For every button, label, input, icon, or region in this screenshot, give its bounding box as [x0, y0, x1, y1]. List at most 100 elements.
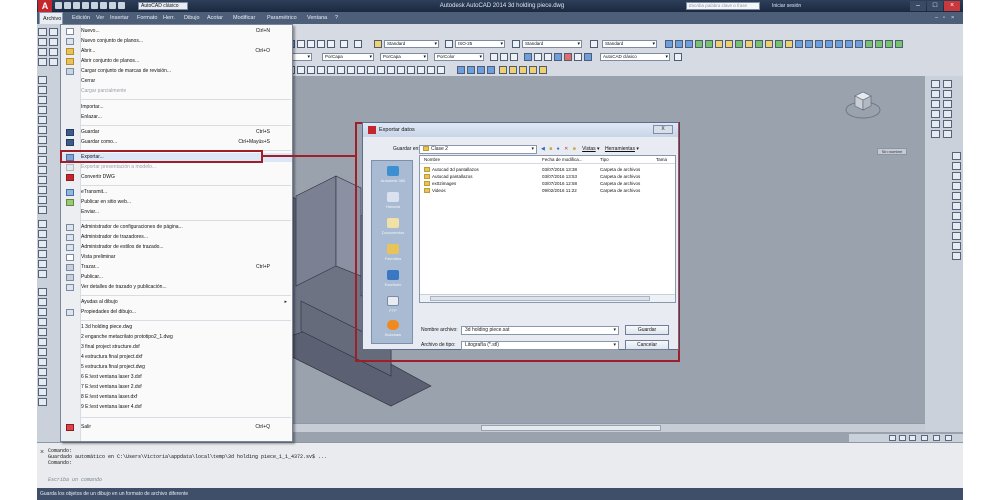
recent-file-item[interactable]: 1 3d holding piece.dwg — [61, 323, 292, 332]
tool-icon[interactable] — [931, 80, 940, 88]
render-icon-17[interactable] — [427, 66, 435, 74]
tool-icon[interactable] — [38, 28, 47, 36]
render-icon-24[interactable] — [509, 66, 517, 74]
place-favoritos[interactable]: Favoritos — [374, 241, 412, 269]
place-escritorio[interactable]: Escritorio — [374, 267, 412, 295]
sheetset-icon[interactable] — [317, 40, 325, 48]
render-icon-13[interactable] — [387, 66, 395, 74]
place-autodesk360[interactable]: Autodesk 360 — [374, 163, 412, 191]
xline-tool-icon[interactable] — [38, 86, 47, 94]
tool-icon[interactable] — [931, 100, 940, 108]
recent-file-item[interactable]: 5 estructura final project.dwg — [61, 363, 292, 372]
revcloud-tool-icon[interactable] — [38, 146, 47, 154]
menu-item-detalles-trazado[interactable]: Ver detalles de trazado y publicación... — [61, 283, 292, 292]
render-icon-22[interactable] — [487, 66, 495, 74]
menu-dibujo[interactable]: Dibujo — [184, 12, 200, 24]
scrollbar-thumb[interactable] — [481, 425, 661, 431]
view-icon-1[interactable] — [665, 40, 673, 48]
view-icon-11[interactable] — [765, 40, 773, 48]
autocad-logo-icon[interactable]: A — [38, 0, 52, 12]
layer-tool-icon-9[interactable] — [574, 53, 582, 61]
file-row[interactable]: Autocad 3d pantallazos 03/07/2016 13:38 Ca… — [420, 166, 675, 173]
menu-item-publicar[interactable]: Publicar... — [61, 273, 292, 282]
dim-tool-icon[interactable] — [952, 232, 961, 240]
render-icon-10[interactable] — [357, 66, 365, 74]
layer-tool-icon-4[interactable] — [524, 53, 532, 61]
filetype-select[interactable]: Litografía (*.stl) ▾ — [461, 341, 619, 350]
place-historial[interactable]: Historial — [374, 189, 412, 217]
modify-tool-icon[interactable] — [38, 338, 47, 346]
render-icon-14[interactable] — [397, 66, 405, 74]
markup-icon[interactable] — [327, 40, 335, 48]
recent-file-item[interactable]: 4 estructura final project.dxf — [61, 353, 292, 362]
dim-tool-icon[interactable] — [952, 152, 961, 160]
tool-icon[interactable] — [931, 120, 940, 128]
polygon-tool-icon[interactable] — [38, 106, 47, 114]
render-icon-8[interactable] — [337, 66, 345, 74]
column-header-name[interactable]: Nombre — [424, 156, 440, 164]
recent-file-item[interactable]: 8 E:\est ventana laser.dxf — [61, 393, 292, 402]
region-tool-icon[interactable] — [38, 240, 47, 248]
gradient-tool-icon[interactable] — [38, 230, 47, 238]
maximize-button[interactable]: □ — [927, 1, 943, 11]
menu-item-vista-preliminar[interactable]: Vista preliminar — [61, 253, 292, 262]
workspace-selector[interactable]: AutoCAD clásico — [138, 2, 188, 10]
workspace-combo[interactable]: AutoCAD clásico — [600, 53, 670, 61]
dim-tool-icon[interactable] — [952, 172, 961, 180]
file-row[interactable]: ex02images 03/07/2016 12:58 Carpeta de arc… — [420, 180, 675, 187]
view-icon-13[interactable] — [785, 40, 793, 48]
menu-item-convertir-dwg[interactable]: Convertir DWG — [61, 173, 292, 182]
tool-icon[interactable] — [943, 80, 952, 88]
file-row[interactable]: Videos 09/02/2016 11:22 Carpeta de archivo… — [420, 187, 675, 194]
tools-menu[interactable]: Herramientas — [605, 146, 635, 152]
menu-item-etransmit[interactable]: eTransmit... — [61, 188, 292, 197]
new-folder-icon[interactable]: ■ — [573, 146, 576, 152]
save-in-combo[interactable]: Clase 2 ▾ — [419, 145, 537, 154]
layer-tool-icon-6[interactable] — [544, 53, 552, 61]
tool-icon[interactable] — [943, 90, 952, 98]
column-header-date[interactable]: Fecha de modifica... — [542, 156, 583, 164]
column-header-type[interactable]: Tipo — [600, 156, 609, 164]
view-icon-20[interactable] — [855, 40, 863, 48]
up-folder-icon[interactable]: ■ — [549, 146, 552, 152]
designcenter-icon[interactable] — [297, 40, 305, 48]
view-icon-17[interactable] — [825, 40, 833, 48]
recent-file-item[interactable]: 2 enganche metacrilato prototipo2_1.dwg — [61, 333, 292, 342]
render-icon-20[interactable] — [467, 66, 475, 74]
menu-item-admin-config-pagina[interactable]: Administrador de configuraciones de pági… — [61, 223, 292, 232]
menu-item-nuevo-conjunto[interactable]: Nuevo conjunto de planos... — [61, 37, 292, 46]
menu-acotar[interactable]: Acotar — [207, 12, 223, 24]
layer-tool-icon-1[interactable] — [490, 53, 498, 61]
filename-input[interactable]: 3d holding piece.sat ▾ — [461, 326, 619, 335]
render-icon-9[interactable] — [347, 66, 355, 74]
mleader-style-combo[interactable]: Standard — [602, 40, 657, 48]
render-icon-5[interactable] — [307, 66, 315, 74]
view-icon-14[interactable] — [795, 40, 803, 48]
doc-close-icon[interactable]: × — [951, 12, 954, 24]
hardware-accel-icon[interactable] — [933, 435, 940, 441]
modify-tool-icon[interactable] — [38, 378, 47, 386]
menu-item-abrir[interactable]: Abrir... Ctrl+O — [61, 47, 292, 56]
open-icon[interactable] — [64, 2, 71, 9]
make-block-tool-icon[interactable] — [38, 196, 47, 204]
view-icon-24[interactable] — [895, 40, 903, 48]
hatch-tool-icon[interactable] — [38, 220, 47, 228]
view-icon-2[interactable] — [675, 40, 683, 48]
polyline-tool-icon[interactable] — [38, 96, 47, 104]
circle-tool-icon[interactable] — [38, 136, 47, 144]
tool-icon[interactable] — [943, 100, 952, 108]
render-icon-23[interactable] — [499, 66, 507, 74]
signin-link[interactable]: Iniciar sesión — [772, 2, 801, 10]
modify-tool-icon[interactable] — [38, 368, 47, 376]
ellipse-arc-tool-icon[interactable] — [38, 176, 47, 184]
add-selected-tool-icon[interactable] — [38, 270, 47, 278]
view-icon-8[interactable] — [735, 40, 743, 48]
tool-icon[interactable] — [49, 28, 58, 36]
spline-tool-icon[interactable] — [38, 156, 47, 164]
menu-item-cerrar[interactable]: Cerrar — [61, 77, 292, 86]
modify-tool-icon[interactable] — [38, 318, 47, 326]
undo-icon[interactable] — [100, 2, 107, 9]
menu-item-enlazar[interactable]: Enlazar... — [61, 113, 292, 122]
menu-archivo[interactable]: Archivo — [39, 12, 63, 24]
tool-icon[interactable] — [38, 38, 47, 46]
